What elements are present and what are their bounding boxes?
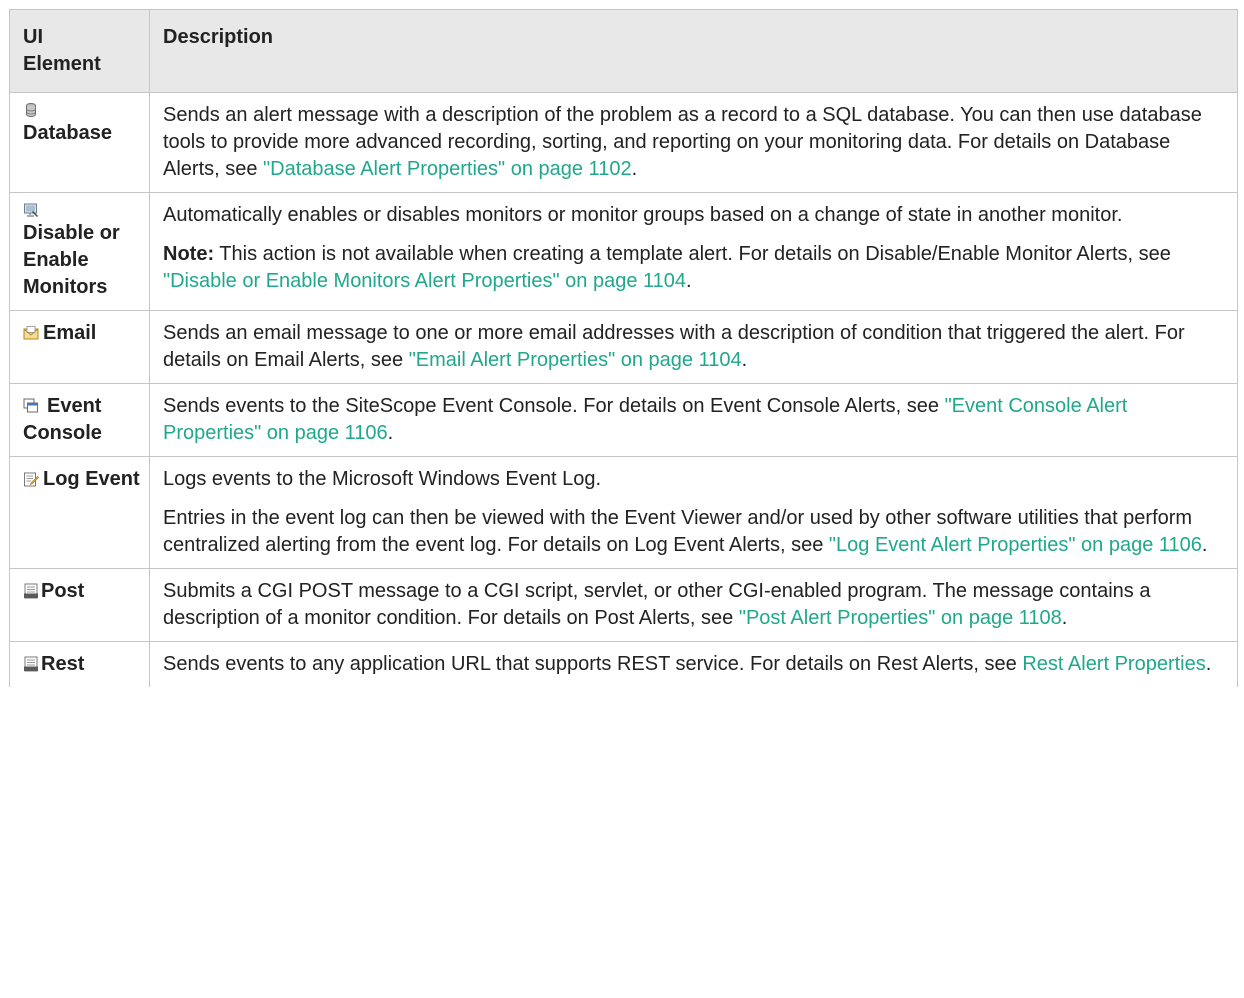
element-cell-log-event: Log Event: [9, 456, 150, 569]
log-event-alert-link[interactable]: "Log Event Alert Properties" on page 110…: [829, 534, 1202, 556]
database-icon: [26, 103, 36, 117]
rest-alert-link[interactable]: Rest Alert Properties: [1022, 653, 1205, 675]
element-name: Email: [43, 322, 97, 344]
html-rest-icon: [24, 656, 38, 672]
element-cell-database: Database: [9, 92, 150, 193]
element-name: Database: [23, 122, 112, 144]
header-ui-element: UI Element: [9, 9, 150, 93]
description-text: Automatically enables or disables monito…: [163, 204, 1123, 226]
table-header-row: UI Element Description: [9, 9, 1238, 93]
email-icon: [23, 326, 39, 340]
event-console-icon: [23, 398, 38, 413]
disable-enable-alert-link[interactable]: "Disable or Enable Monitors Alert Proper…: [163, 270, 686, 292]
element-cell-disable-enable: Disable or Enable Monitors: [9, 192, 150, 311]
table-row-email: Email Sends an email message to one or m…: [9, 310, 1238, 384]
description-cell-event-console: Sends events to the SiteScope Event Cons…: [149, 383, 1238, 457]
description-text-2: Entries in the event log can then be vie…: [163, 507, 1208, 556]
description-cell-rest: Sends events to any application URL that…: [149, 641, 1238, 687]
table-row-event-console: Event Console Sends events to the SiteSc…: [9, 383, 1238, 457]
description-text: Sends events to any application URL that…: [163, 653, 1212, 675]
element-name: Rest: [41, 653, 85, 675]
header-description: Description: [149, 9, 1238, 93]
description-cell-email: Sends an email message to one or more em…: [149, 310, 1238, 384]
monitor-toggle-icon: [24, 203, 39, 218]
description-cell-post: Submits a CGI POST message to a CGI scri…: [149, 568, 1238, 642]
table-row-log-event: Log Event Logs events to the Microsoft W…: [9, 456, 1238, 569]
description-text: Submits a CGI POST message to a CGI scri…: [163, 580, 1151, 629]
description-text: Sends an alert message with a descriptio…: [163, 104, 1202, 180]
description-note: Note: This action is not available when …: [163, 243, 1171, 292]
description-text: Logs events to the Microsoft Windows Eve…: [163, 468, 601, 490]
element-name: Disable or Enable Monitors: [23, 222, 120, 298]
description-text: Sends an email message to one or more em…: [163, 322, 1185, 371]
ui-elements-table: UI Element Description Database Sends an…: [9, 9, 1238, 687]
element-cell-event-console: Event Console: [9, 383, 150, 457]
description-text: Sends events to the SiteScope Event Cons…: [163, 395, 1128, 444]
element-name: Post: [41, 580, 85, 602]
description-cell-disable-enable: Automatically enables or disables monito…: [149, 192, 1238, 311]
element-name: Log Event: [43, 468, 140, 490]
table-row-post: Post Submits a CGI POST message to a CGI…: [9, 568, 1238, 642]
description-cell-database: Sends an alert message with a descriptio…: [149, 92, 1238, 193]
element-cell-rest: Rest: [9, 641, 150, 687]
description-cell-log-event: Logs events to the Microsoft Windows Eve…: [149, 456, 1238, 569]
element-cell-post: Post: [9, 568, 150, 642]
html-post-icon: [24, 583, 38, 599]
post-alert-link[interactable]: "Post Alert Properties" on page 1108: [739, 607, 1062, 629]
email-alert-link[interactable]: "Email Alert Properties" on page 1104: [409, 349, 742, 371]
database-alert-link[interactable]: "Database Alert Properties" on page 1102: [263, 158, 632, 180]
log-event-icon: [24, 472, 39, 487]
element-cell-email: Email: [9, 310, 150, 384]
table-row-disable-enable: Disable or Enable Monitors Automatically…: [9, 192, 1238, 311]
table-row-rest: Rest Sends events to any application URL…: [9, 641, 1238, 687]
table-row-database: Database Sends an alert message with a d…: [9, 92, 1238, 193]
